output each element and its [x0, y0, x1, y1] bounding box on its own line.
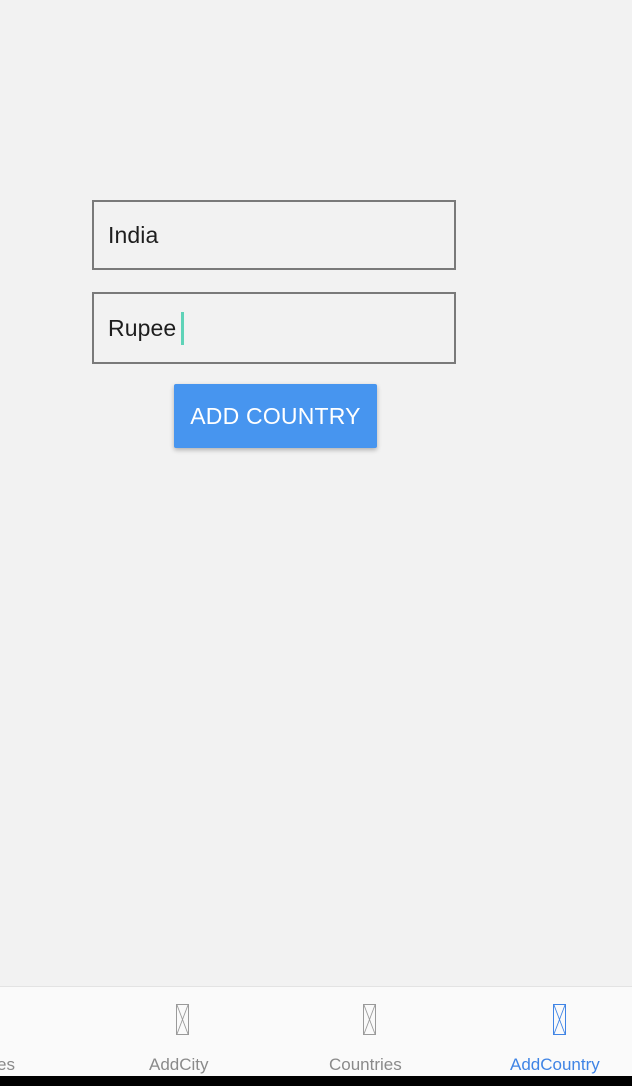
placeholder-icon [176, 1004, 189, 1035]
tab-addcity[interactable]: AddCity [87, 987, 277, 1079]
tab-label: es [0, 1055, 15, 1074]
bottom-tab-bar: es AddCity Countries AddCountry [0, 986, 632, 1078]
add-country-screen: India Rupee ADD COUNTRY es AddCity Count… [0, 0, 632, 1086]
country-name-field[interactable]: India [92, 200, 456, 270]
tab-cities[interactable]: es [0, 987, 90, 1079]
placeholder-icon [553, 1004, 566, 1035]
tab-label: AddCity [149, 1055, 209, 1074]
placeholder-icon [363, 1004, 376, 1035]
currency-value: Rupee [108, 314, 177, 341]
system-navigation-bar [0, 1076, 632, 1086]
text-cursor [181, 311, 185, 345]
tab-countries[interactable]: Countries [276, 987, 466, 1079]
tab-addcountry[interactable]: AddCountry [465, 987, 632, 1079]
currency-field[interactable]: Rupee [92, 292, 456, 364]
tab-label: Countries [329, 1055, 402, 1074]
country-name-value: India [108, 221, 159, 248]
tab-label: AddCountry [510, 1055, 600, 1074]
add-country-button[interactable]: ADD COUNTRY [174, 384, 377, 448]
